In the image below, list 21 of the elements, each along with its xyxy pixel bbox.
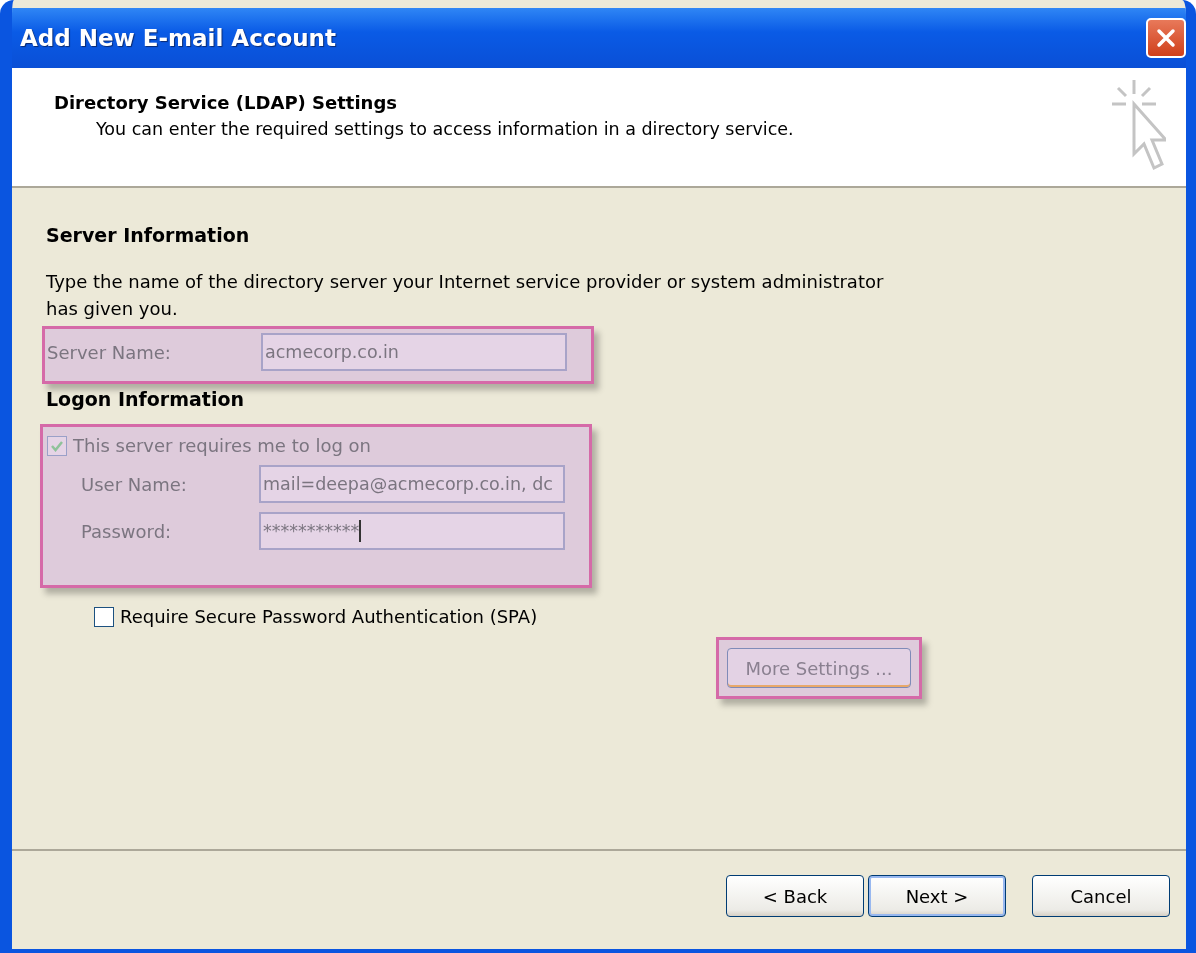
field-label: Server Name: [47, 341, 171, 363]
close-button[interactable] [1146, 18, 1186, 58]
section-heading: Logon Information [46, 388, 246, 410]
checkbox-label: Require Secure Password Authentication (SPA) [120, 606, 538, 627]
field-label: Password: [81, 520, 172, 542]
window-title: Add New E-mail Account [20, 25, 336, 51]
wizard-button[interactable]: Next > [868, 875, 1006, 917]
checkbox-label: This server requires me to log on [73, 435, 371, 456]
wizard-button[interactable]: < Back [726, 875, 864, 917]
more-settings-button[interactable]: More Settings ... [727, 648, 911, 688]
page-heading: Directory Service (LDAP) Settings [54, 92, 399, 113]
password-field[interactable]: *********** [259, 512, 565, 550]
description-text: Type the name of the directory server your Internet service provider or system administrator has given you. [46, 270, 885, 321]
server-name-field[interactable]: acmecorp.co.in [261, 333, 567, 371]
field-label: User Name: [81, 473, 187, 495]
wizard-button[interactable]: Cancel [1032, 875, 1170, 917]
page-subtitle: You can enter the required settings to access information in a directory service. [96, 119, 794, 139]
checkbox[interactable] [94, 606, 114, 627]
section-heading: Server Information [46, 224, 251, 246]
close-icon [1155, 27, 1177, 49]
user-name-field[interactable]: mail=deepa@acmecorp.co.in, dc [259, 465, 565, 503]
